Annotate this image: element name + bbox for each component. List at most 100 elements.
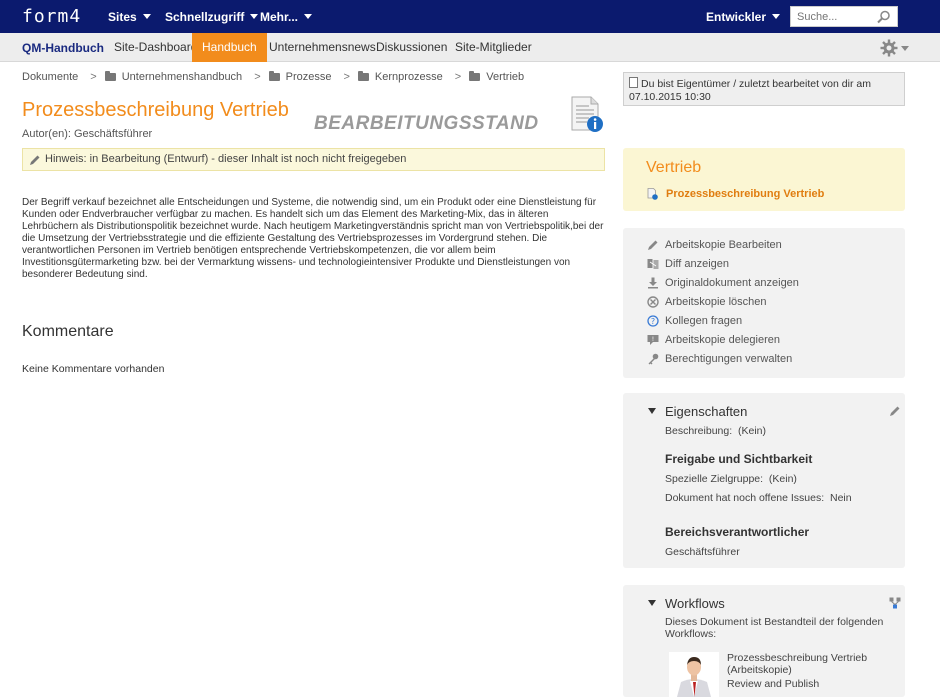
action-delegate-copy[interactable]: ! Arbeitskopie delegieren (647, 334, 780, 346)
workflows-panel: Workflows Dieses Dokument ist Bestandtei… (623, 585, 905, 697)
property-value: (Kein) (737, 425, 766, 437)
tab-diskussionen[interactable]: Diskussionen (366, 33, 457, 62)
help-icon: ? (647, 315, 659, 327)
property-value: Nein (830, 492, 852, 504)
action-manage-permissions[interactable]: Berechtigungen verwalten (648, 353, 793, 365)
nav-sites-menu[interactable]: Sites (108, 10, 151, 24)
nav-mehr-label: Mehr... (260, 10, 299, 24)
status-stamp: BEARBEITUNGSSTAND (314, 113, 539, 134)
draft-notice-text: Hinweis: in Bearbeitung (Entwurf) - dies… (45, 153, 407, 165)
svg-text:?: ? (651, 317, 655, 326)
workflow-item-link[interactable]: Prozessbeschreibung Vertrieb (Arbeitskop… (727, 652, 897, 676)
download-icon (648, 277, 658, 289)
document-info-icon (571, 96, 603, 132)
chevron-down-icon (772, 14, 781, 19)
folder-icon (104, 71, 116, 81)
action-show-original[interactable]: Originaldokument anzeigen (648, 277, 799, 289)
tab-site-mitglieder[interactable]: Site-Mitglieder (445, 33, 542, 62)
action-label: Originaldokument anzeigen (665, 277, 799, 289)
property-value: (Kein) (768, 473, 797, 485)
folder-card: Vertrieb Prozessbeschreibung Vertrieb (623, 148, 905, 211)
search-box (790, 6, 898, 27)
property-target-group: Spezielle Zielgruppe: (Kein) (665, 473, 797, 485)
breadcrumb-separator: > (454, 71, 462, 83)
breadcrumb: Dokumente > Unternehmenshandbuch > Prozesse >… (22, 71, 524, 83)
tab-handbuch[interactable]: Handbuch (192, 33, 267, 62)
delegate-icon: ! (647, 335, 659, 345)
page-title: Prozessbeschreibung Vertrieb (22, 99, 289, 121)
chevron-down-icon (304, 14, 313, 19)
breadcrumb-dokumente[interactable]: Dokumente (22, 71, 78, 83)
chevron-down-icon (250, 14, 259, 19)
pencil-icon[interactable] (889, 405, 901, 417)
document-icon (629, 77, 638, 88)
document-info-icon (647, 188, 658, 200)
delete-icon (647, 296, 659, 308)
gear-icon[interactable] (880, 39, 898, 57)
site-title[interactable]: QM-Handbuch (22, 41, 104, 55)
search-input[interactable] (791, 7, 875, 26)
property-label: Beschreibung: (665, 425, 733, 437)
draft-notice: Hinweis: in Bearbeitung (Entwurf) - dies… (22, 148, 605, 171)
area-responsible-value: Geschäftsführer (665, 546, 740, 558)
breadcrumb-separator: > (254, 71, 261, 83)
diff-icon (647, 259, 659, 269)
document-actions: Arbeitskopie Bearbeiten Diff anzeigen Or… (623, 228, 905, 378)
collapse-triangle-icon[interactable] (648, 408, 656, 414)
no-comments-text: Keine Kommentare vorhanden (22, 363, 165, 375)
action-label: Diff anzeigen (665, 258, 730, 270)
app-logo[interactable]: form4 (22, 6, 81, 27)
document-body: Der Begriff verkauf bezeichnet alle Ents… (22, 197, 604, 280)
action-label: Arbeitskopie löschen (665, 296, 767, 308)
user-name: Entwickler (706, 10, 767, 24)
breadcrumb-vertrieb[interactable]: Vertrieb (486, 71, 524, 83)
nav-schnellzugriff-menu[interactable]: Schnellzugriff (165, 10, 259, 24)
action-label: Arbeitskopie Bearbeiten (665, 239, 782, 251)
action-label: Arbeitskopie delegieren (665, 334, 780, 346)
folder-icon (469, 71, 481, 81)
breadcrumb-prozesse[interactable]: Prozesse (286, 71, 332, 83)
breadcrumb-unternehmenshandbuch[interactable]: Unternehmenshandbuch (122, 71, 242, 83)
area-responsible-heading: Bereichsverantwortlicher (665, 525, 810, 539)
nav-sites-label: Sites (108, 10, 137, 24)
owner-info: Du bist Eigentümer / zuletzt bearbeitet … (623, 72, 905, 106)
property-description: Beschreibung: (Kein) (665, 425, 766, 437)
workflows-heading[interactable]: Workflows (665, 596, 725, 611)
folder-icon (357, 71, 369, 81)
owner-info-text: Du bist Eigentümer / zuletzt bearbeitet … (629, 78, 871, 103)
action-show-diff[interactable]: Diff anzeigen (647, 258, 730, 270)
action-label: Berechtigungen verwalten (665, 353, 793, 365)
site-navigation: QM-Handbuch Site-Dashboard Handbuch Unte… (0, 33, 940, 62)
collapse-triangle-icon[interactable] (648, 600, 656, 606)
properties-panel: Eigenschaften Beschreibung: (Kein) Freig… (623, 393, 905, 568)
svg-text:!: ! (652, 336, 654, 343)
workflow-icon[interactable] (889, 597, 901, 609)
properties-heading[interactable]: Eigenschaften (665, 404, 747, 419)
property-label: Dokument hat noch offene Issues: (665, 492, 825, 504)
folder-icon (268, 71, 280, 81)
nav-mehr-menu[interactable]: Mehr... (260, 10, 313, 24)
avatar (669, 652, 719, 697)
folder-card-document-link[interactable]: Prozessbeschreibung Vertrieb (666, 188, 824, 200)
workflow-item-type: Review and Publish (727, 678, 820, 690)
property-label: Spezielle Zielgruppe: (665, 473, 764, 485)
pencil-icon (30, 155, 40, 165)
pencil-icon (648, 240, 658, 250)
chevron-down-icon (142, 14, 151, 19)
user-menu[interactable]: Entwickler (706, 10, 781, 24)
breadcrumb-kernprozesse[interactable]: Kernprozesse (375, 71, 443, 83)
key-icon (648, 353, 659, 365)
folder-card-heading: Vertrieb (646, 159, 702, 176)
nav-schnellzugriff-label: Schnellzugriff (165, 10, 245, 24)
top-bar: form4 Sites Schnellzugriff Mehr... Entwi… (0, 0, 940, 33)
document-authors: Autor(en): Geschäftsführer (22, 128, 153, 140)
property-open-issues: Dokument hat noch offene Issues: Nein (665, 492, 852, 504)
breadcrumb-separator: > (90, 71, 97, 83)
chevron-down-icon[interactable] (901, 46, 909, 51)
search-icon[interactable] (877, 10, 891, 24)
release-visibility-heading: Freigabe und Sichtbarkeit (665, 452, 813, 466)
action-edit-copy[interactable]: Arbeitskopie Bearbeiten (648, 239, 782, 251)
action-ask-colleague[interactable]: ? Kollegen fragen (647, 315, 742, 327)
action-delete-copy[interactable]: Arbeitskopie löschen (647, 296, 767, 308)
breadcrumb-separator: > (343, 71, 350, 83)
